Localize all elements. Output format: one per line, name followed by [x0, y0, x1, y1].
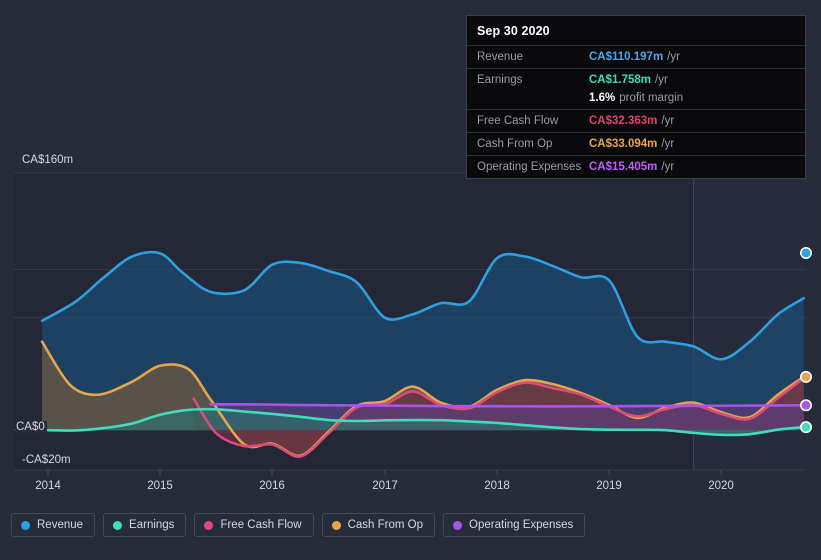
x-axis-label-2016: 2016 [259, 480, 285, 492]
y-axis-label-bottom: -CA$20m [22, 454, 71, 466]
legend-item-earnings[interactable]: Earnings [103, 513, 187, 537]
tooltip-date: Sep 30 2020 [477, 24, 550, 38]
tooltip-row-cash-from-op: Cash From Op CA$33.094m /yr [467, 132, 805, 155]
tooltip-sub-profit-margin: profit margin [619, 92, 684, 104]
x-axis-label-2019: 2019 [596, 480, 622, 492]
financial-performance-chart: CA$160m CA$0 -CA$20m 2014 2015 2016 2017… [0, 0, 821, 560]
legend-item-cash-from-op[interactable]: Cash From Op [321, 513, 436, 537]
x-axis-label-2014: 2014 [35, 480, 61, 492]
legend-label-cash-from-op: Cash From Op [347, 519, 424, 531]
tooltip-value-free-cash-flow: CA$32.363m [589, 115, 658, 127]
legend-label-earnings: Earnings [129, 519, 175, 531]
legend-item-free-cash-flow[interactable]: Free Cash Flow [194, 513, 314, 537]
tooltip-label-earnings: Earnings [477, 74, 523, 86]
legend-dot-earnings [113, 520, 123, 530]
tooltip-row-revenue: Revenue CA$110.197m /yr [467, 45, 805, 68]
tooltip-row-profit-margin: 1.6% profit margin [467, 91, 805, 109]
tooltip-label-cash-from-op: Cash From Op [477, 138, 553, 150]
legend-item-operating-expenses[interactable]: Operating Expenses [443, 513, 586, 537]
tooltip-value-operating-expenses: CA$15.405m [589, 161, 658, 173]
x-axis-label-2015: 2015 [147, 480, 173, 492]
legend-item-revenue[interactable]: Revenue [11, 513, 96, 537]
tooltip-unit-revenue: /yr [667, 51, 680, 63]
legend-label-operating-expenses: Operating Expenses [469, 519, 574, 531]
legend-label-free-cash-flow: Free Cash Flow [220, 519, 302, 531]
x-axis-label-2017: 2017 [372, 480, 398, 492]
tooltip-label-revenue: Revenue [477, 51, 524, 63]
tooltip-unit-earnings: /yr [655, 74, 668, 86]
tooltip-label-operating-expenses: Operating Expenses [477, 161, 582, 173]
chart-legend: Revenue Earnings Free Cash Flow Cash Fro… [11, 513, 586, 537]
legend-dot-revenue [21, 520, 30, 530]
legend-label-revenue: Revenue [37, 519, 84, 531]
tooltip-row-operating-expenses: Operating Expenses CA$15.405m /yr [467, 155, 805, 178]
data-tooltip: Sep 30 2020 Revenue CA$110.197m /yr Earn… [466, 15, 806, 179]
tooltip-value-profit-margin: 1.6% [589, 92, 616, 104]
legend-dot-free-cash-flow [204, 520, 214, 530]
tooltip-row-free-cash-flow: Free Cash Flow CA$32.363m /yr [467, 109, 805, 132]
legend-dot-cash-from-op [331, 520, 341, 530]
tooltip-unit-operating-expenses: /yr [661, 161, 675, 173]
tooltip-value-revenue: CA$110.197m [589, 51, 664, 63]
x-axis-label-2018: 2018 [484, 480, 510, 492]
y-axis-label-top: CA$160m [22, 154, 74, 166]
tooltip-unit-cash-from-op: /yr [661, 138, 675, 150]
y-axis-label-zero: CA$0 [16, 421, 47, 433]
tooltip-value-cash-from-op: CA$33.094m [589, 138, 658, 150]
tooltip-unit-free-cash-flow: /yr [661, 115, 675, 127]
tooltip-row-earnings: Earnings CA$1.758m /yr [467, 68, 805, 91]
tooltip-value-earnings: CA$1.758m [589, 74, 652, 86]
legend-dot-operating-expenses [453, 520, 463, 530]
x-axis-label-2020: 2020 [708, 480, 734, 492]
tooltip-label-free-cash-flow: Free Cash Flow [477, 115, 559, 127]
